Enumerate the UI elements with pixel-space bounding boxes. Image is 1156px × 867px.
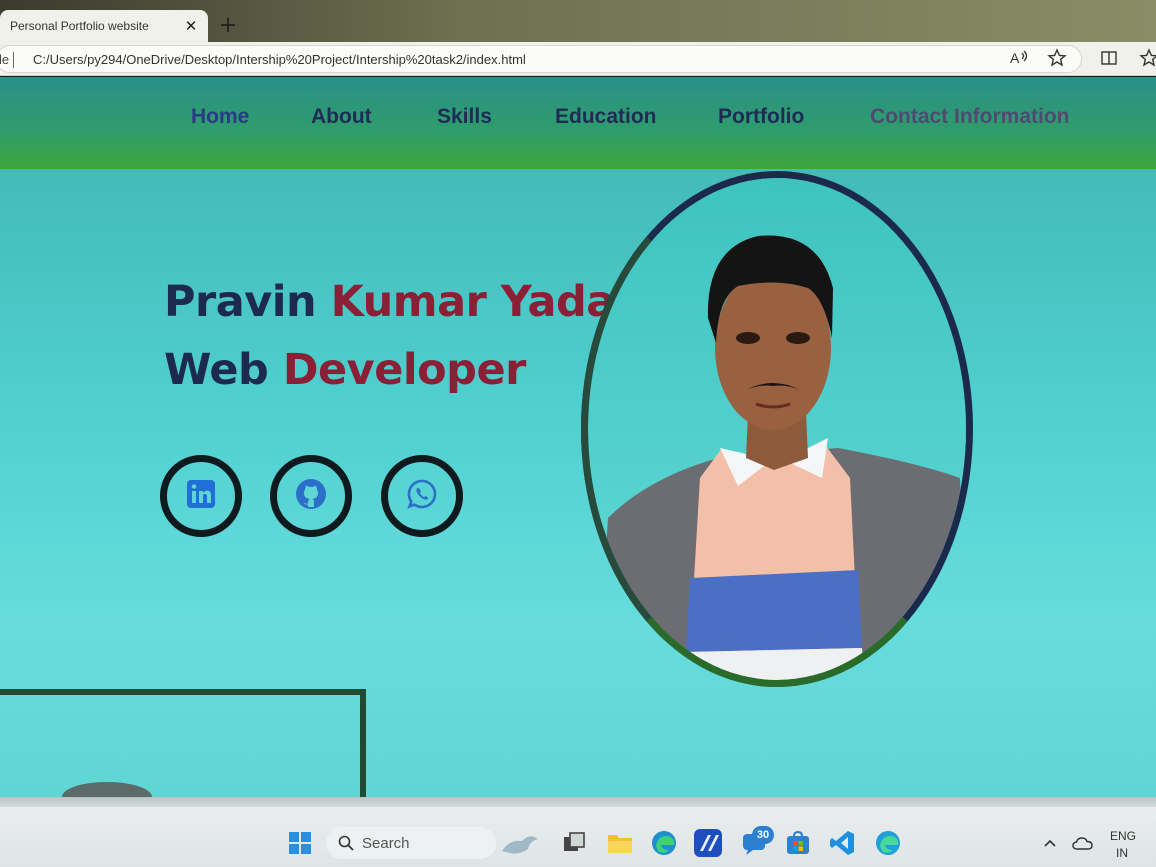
address-bar-row: le C:/Users/py294/OneDrive/Desktop/Inter… [0,42,1156,76]
url-text[interactable]: C:/Users/py294/OneDrive/Desktop/Intershi… [33,52,526,67]
hero-name: Pravin Kumar Yadav [164,277,643,327]
new-tab-button[interactable]: + [214,14,242,38]
task-view-icon[interactable] [560,829,588,857]
about-section-card [0,689,366,800]
favorite-star-icon[interactable] [1046,48,1068,70]
hero-role-prefix: Web [164,345,269,395]
browser-tab[interactable]: Personal Portfolio website ✕ [0,10,208,42]
address-divider [13,52,14,68]
whatsapp-icon [406,478,438,514]
nav-contact-information[interactable]: Contact Information [870,105,1070,129]
vscode-icon[interactable] [828,829,856,857]
split-screen-icon[interactable] [1098,48,1120,70]
search-icon [338,835,354,851]
hero-last-name: Kumar Yadav [330,277,643,327]
github-button[interactable] [270,455,352,537]
profile-portrait-illustration [588,178,966,680]
window-bottom-edge [0,797,1156,807]
page-viewport: Home About Skills Education Portfolio Co… [0,77,1156,800]
notification-badge: 30 [752,826,774,844]
github-icon [294,477,328,515]
favorites-icon[interactable] [1138,48,1156,70]
region-indicator[interactable]: IN [1116,846,1128,860]
hero-role-accent: Developer [282,345,526,395]
edge-browser-icon[interactable] [650,829,678,857]
hero-first-name: Pravin [164,277,317,327]
linkedin-icon [186,479,216,513]
nav-home[interactable]: Home [191,105,249,129]
nav-portfolio[interactable]: Portfolio [718,105,804,129]
browser-tab-strip: Personal Portfolio website ✕ + [0,0,1156,42]
widgets-bird-icon[interactable] [500,829,538,857]
taskbar-search-placeholder: Search [362,835,410,852]
read-aloud-icon[interactable]: A [1008,48,1030,70]
taskbar-search[interactable] [326,827,496,859]
address-bar[interactable]: le C:/Users/py294/OneDrive/Desktop/Inter… [0,45,1082,73]
microsoft-store-icon[interactable] [784,829,812,857]
show-hidden-icons-chevron-icon[interactable] [1040,833,1060,853]
windows-taskbar: Search 30 ENG IN [0,807,1156,867]
tab-close-icon[interactable]: ✕ [184,17,198,35]
site-info-label[interactable]: le [0,52,9,67]
vscode-alt-app-icon[interactable] [694,829,722,857]
windows-start-icon[interactable] [289,832,311,854]
language-indicator[interactable]: ENG [1110,829,1136,843]
site-navbar: Home About Skills Education Portfolio Co… [0,77,1156,169]
whatsapp-button[interactable] [381,455,463,537]
edge-dev-icon[interactable] [874,829,902,857]
screen: Personal Portfolio website ✕ + le C:/Use… [0,0,1156,867]
nav-skills[interactable]: Skills [437,105,492,129]
linkedin-button[interactable] [160,455,242,537]
profile-photo [581,171,973,687]
hero-role: Web Developer [164,345,526,395]
file-explorer-icon[interactable] [606,829,634,857]
tab-title: Personal Portfolio website [10,19,149,33]
onedrive-cloud-icon[interactable] [1072,833,1094,855]
nav-education[interactable]: Education [555,105,657,129]
svg-text:A: A [1010,50,1020,66]
nav-about[interactable]: About [311,105,372,129]
